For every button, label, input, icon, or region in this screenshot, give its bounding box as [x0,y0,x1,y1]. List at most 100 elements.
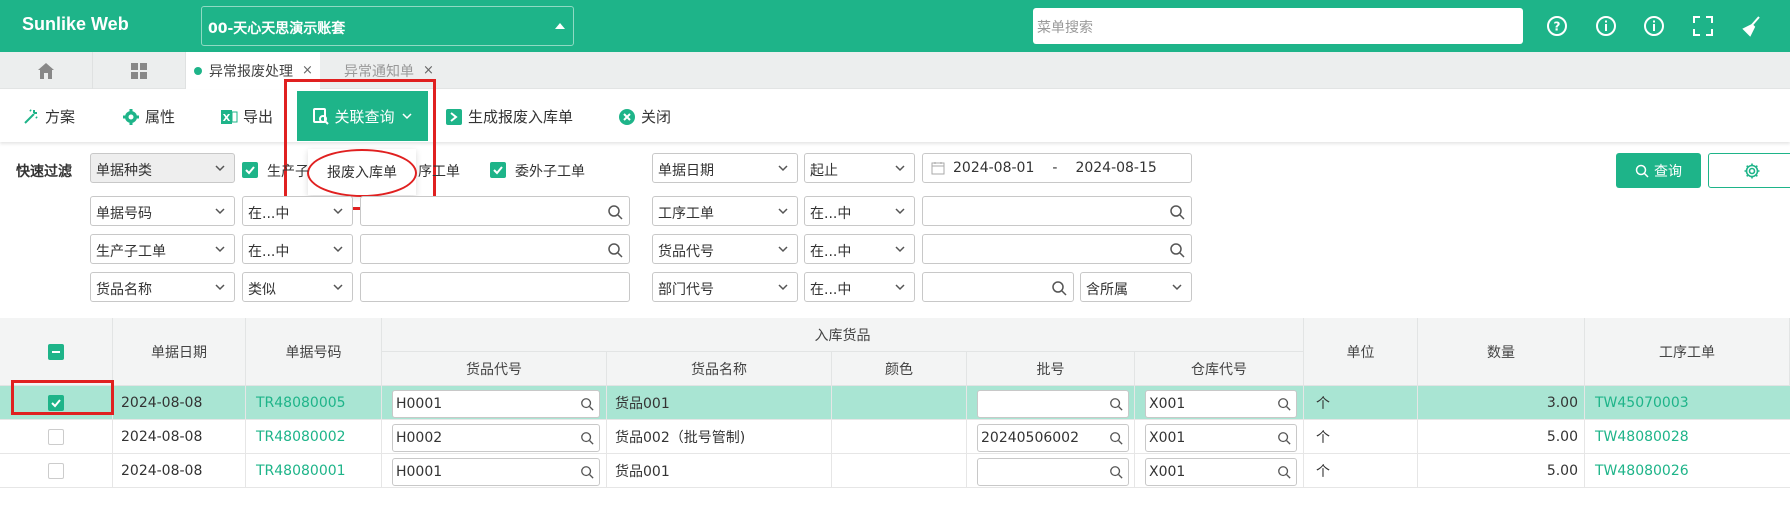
cell-unit: 个 [1304,386,1418,420]
doc-no-op-select[interactable]: 在...中 [242,196,353,226]
close-button[interactable]: 关闭 [618,106,671,127]
range-op-select[interactable]: 起止 [804,153,915,183]
search-icon [1635,164,1649,178]
header-warehouse[interactable]: 仓库代号 [1135,352,1304,386]
dept-code-op-select[interactable]: 在...中 [804,272,915,302]
range-op-value: 起止 [810,163,838,179]
filter-settings-button[interactable] [1708,153,1790,188]
item-code-input[interactable] [922,234,1192,264]
chevron-down-icon [215,208,225,215]
chevron-down-icon [778,165,788,172]
cell-batch-input[interactable]: 20240506002 [977,424,1129,452]
cell-warehouse-input[interactable]: X001 [1145,458,1297,486]
prod-sub-order-input[interactable] [360,234,630,264]
item-name-input[interactable] [360,272,630,302]
cell-item-code-input[interactable]: H0001 [392,458,600,486]
item-code-op-select[interactable]: 在...中 [804,234,915,264]
tab-label: 异常通知单 [344,63,414,80]
cell-batch-input[interactable] [977,458,1129,486]
date-range-input[interactable]: 2024-08-01 - 2024-08-15 [922,153,1192,183]
row-checkbox[interactable] [48,429,64,445]
cell-process-order-link[interactable]: TW48080028 [1585,420,1790,454]
doc-date-field-select[interactable]: 单据日期 [652,153,798,183]
chevron-down-icon [895,165,905,172]
cell-doc-no-link[interactable]: TR48080005 [246,386,382,420]
header-unit[interactable]: 单位 [1304,318,1418,386]
check-icon [493,166,503,175]
chevron-down-icon [895,284,905,291]
header-group-inbound: 入库货品 [382,318,1304,352]
header-qty[interactable]: 数量 [1418,318,1585,386]
cb-prod-sub-label: 生产子 [267,164,309,180]
cell-process-order-link[interactable]: TW48080026 [1585,454,1790,488]
scheme-button[interactable]: 方案 [22,106,75,127]
select-all-checkbox[interactable] [48,343,64,360]
header-process-order[interactable]: 工序工单 [1585,318,1790,386]
table-row[interactable]: 2024-08-08 TR48080005 H0001 货品001 X001 个… [0,386,1790,420]
fullscreen-icon[interactable] [1691,14,1715,38]
query-button[interactable]: 查询 [1616,153,1701,188]
header-date[interactable]: 单据日期 [113,318,246,386]
row-checkbox[interactable] [48,463,64,479]
search-icon [1278,432,1291,445]
prod-sub-order-value: 生产子工单 [96,244,166,260]
item-name-select[interactable]: 货品名称 [90,272,235,302]
info-icon[interactable] [1594,14,1618,38]
doc-no-input[interactable] [360,196,630,226]
op-value: 在...中 [810,244,852,260]
search-icon [608,205,623,220]
process-order-op-select[interactable]: 在...中 [804,196,915,226]
cell-batch-input[interactable] [977,390,1129,418]
cell-warehouse-input[interactable]: X001 [1145,424,1297,452]
apps-tab[interactable] [93,52,186,89]
generate-scrap-inbound-button[interactable]: 生成报废入库单 [445,106,573,127]
header-doc-no[interactable]: 单据号码 [246,318,382,386]
svg-text:?: ? [1554,20,1561,34]
menu-search-input[interactable]: 菜单搜索 [1033,8,1523,44]
process-order-input[interactable] [922,196,1192,226]
prod-sub-order-select[interactable]: 生产子工单 [90,234,235,264]
about-icon[interactable] [1642,14,1666,38]
header-batch[interactable]: 批号 [967,352,1135,386]
cell-item-name: 货品002（批号管制) [607,420,832,454]
doc-type-value: 单据种类 [96,163,152,179]
doc-no-select[interactable]: 单据号码 [90,196,235,226]
clean-broom-icon[interactable] [1739,14,1763,38]
gear-icon [1744,163,1760,178]
cell-warehouse-input[interactable]: X001 [1145,390,1297,418]
item-code-select[interactable]: 货品代号 [652,234,798,264]
header-item-name[interactable]: 货品名称 [607,352,832,386]
close-tab-icon[interactable]: × [302,63,313,78]
account-selector[interactable]: 00-天心天思演示账套 [201,6,574,46]
item-name-op-select[interactable]: 类似 [242,272,353,302]
table-row[interactable]: 2024-08-08 TR48080002 H0002 货品002（批号管制) … [0,420,1790,454]
excel-icon: X [221,109,238,124]
header-color[interactable]: 颜色 [832,352,967,386]
account-name: 00-天心天思演示账套 [208,21,346,37]
cb-prod-sub-checkbox[interactable] [242,162,258,178]
cell-process-order-link[interactable]: TW45070003 [1585,386,1790,420]
prod-sub-order-op-select[interactable]: 在...中 [242,234,353,264]
chevron-down-icon [778,208,788,215]
properties-button[interactable]: 属性 [122,106,175,127]
process-order-select[interactable]: 工序工单 [652,196,798,226]
header-item-code[interactable]: 货品代号 [382,352,607,386]
cell-doc-no-link[interactable]: TR48080002 [246,420,382,454]
home-tab[interactable] [0,52,93,89]
cell-item-code-input[interactable]: H0001 [392,390,600,418]
close-tab-icon[interactable]: × [423,63,434,78]
cell-item-code-input[interactable]: H0002 [392,424,600,452]
help-icon[interactable]: ? [1545,14,1569,38]
op-value: 在...中 [810,206,852,222]
dept-code-select[interactable]: 部门代号 [652,272,798,302]
cell-doc-no-link[interactable]: TR48080001 [246,454,382,488]
op-value: 在...中 [248,244,290,260]
dept-code-input[interactable] [922,272,1074,302]
include-sub-select[interactable]: 含所属 [1080,272,1192,302]
date-separator: - [1052,160,1058,176]
table-row[interactable]: 2024-08-08 TR48080001 H0001 货品001 X001 个… [0,454,1790,488]
doc-type-select[interactable]: 单据种类 [90,153,235,183]
export-button[interactable]: X 导出 [220,106,273,127]
cb-outsource-checkbox[interactable] [490,162,506,178]
cell-item-name: 货品001 [607,454,832,488]
